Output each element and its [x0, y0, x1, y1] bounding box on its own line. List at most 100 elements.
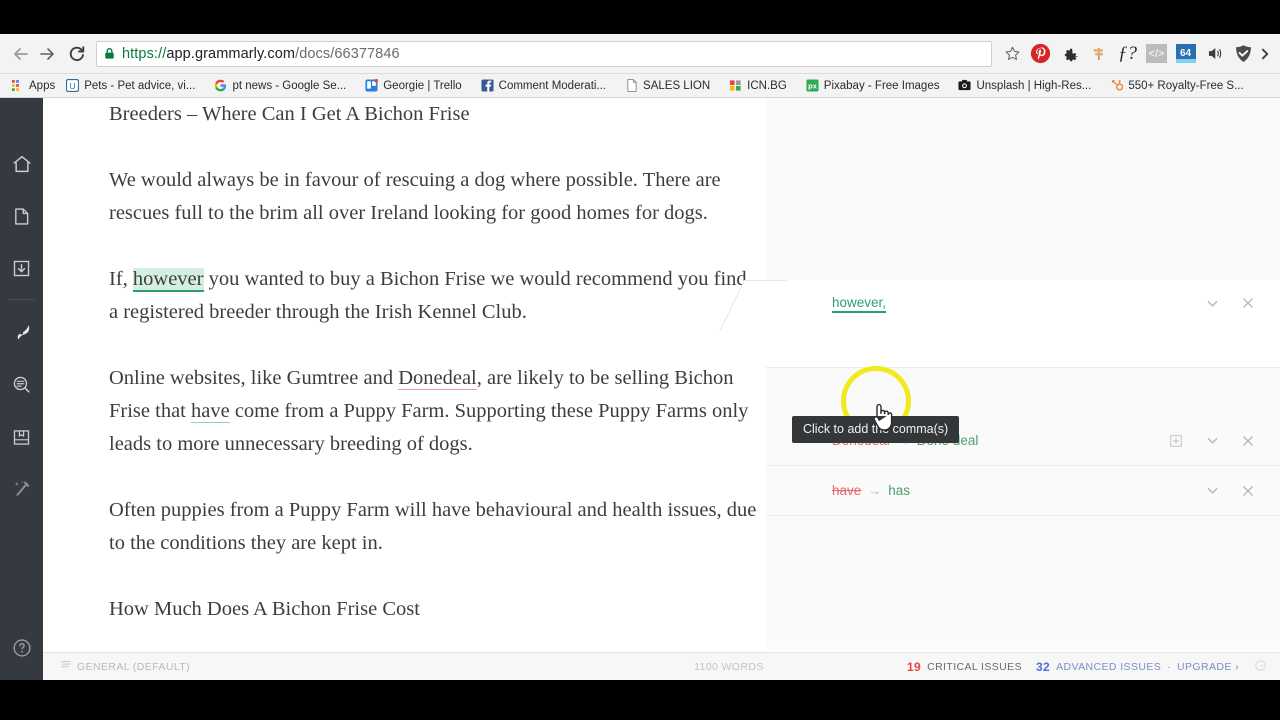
- add-to-dictionary-icon[interactable]: [1168, 433, 1184, 449]
- bookmark-pets[interactable]: U Pets - Pet advice, vi...: [62, 76, 202, 96]
- arrow-icon: →: [868, 483, 882, 498]
- card-actions: [1168, 433, 1256, 449]
- sixtyfour-icon[interactable]: 64: [1171, 40, 1200, 68]
- panel-gap: [766, 368, 1280, 416]
- letterbox-bottom: [0, 680, 1280, 720]
- bookmark-icn-bg[interactable]: ICN.BG: [725, 76, 794, 96]
- url-scheme: https://: [122, 45, 167, 62]
- panel-top-spacer: [766, 98, 1280, 280]
- bookmarks-bar: Apps U Pets - Pet advice, vi... pt news …: [0, 74, 1280, 98]
- bookmark-apps[interactable]: Apps: [7, 76, 62, 96]
- close-icon[interactable]: [1240, 295, 1256, 311]
- suggestion-card-comma[interactable]: however,: [766, 280, 1280, 368]
- sidebar-divider: [8, 299, 35, 300]
- suggestion-word: however: [832, 295, 883, 310]
- document-next-heading: How Much Does A Bichon Frise Cost: [109, 598, 420, 620]
- letterbox-top: [0, 0, 1280, 34]
- sidebar-item-new-document[interactable]: [0, 190, 43, 242]
- bookmark-label: 550+ Royalty-Free S...: [1128, 79, 1244, 92]
- advanced-label[interactable]: ADVANCED ISSUES: [1056, 661, 1161, 673]
- document-editor[interactable]: Breeders – Where Can I Get A Bichon Fris…: [43, 98, 766, 680]
- issue-summary: 19 CRITICAL ISSUES 32 ADVANCED ISSUES · …: [907, 660, 1266, 674]
- advanced-count[interactable]: 32: [1036, 660, 1050, 674]
- suggestion-comma: ,: [882, 295, 887, 310]
- bookmark-royalty-free[interactable]: 550+ Royalty-Free S...: [1106, 76, 1250, 96]
- spelling-error-donedeal[interactable]: Donedeal: [398, 367, 477, 390]
- signpost-icon[interactable]: [1084, 40, 1113, 68]
- hubspot-icon: [1110, 79, 1124, 92]
- sidebar-item-home[interactable]: [0, 138, 43, 190]
- paragraph-3: Online websites, like Gumtree and Donede…: [109, 362, 759, 461]
- original-word: have: [832, 483, 862, 498]
- extension-icons: ƒ? </> 64: [1026, 40, 1272, 68]
- grammarly-logo-icon: [1255, 659, 1266, 674]
- sidebar-item-plagiarism[interactable]: [0, 463, 43, 515]
- forward-button[interactable]: [34, 41, 60, 67]
- bookmark-sales-lion[interactable]: SALES LION: [621, 76, 717, 96]
- sidebar-item-assistant[interactable]: [0, 307, 43, 359]
- paragraph-2-pre: If,: [109, 268, 133, 290]
- bookmark-pixabay[interactable]: px Pixabay - Free Images: [802, 76, 947, 96]
- goal-label: GENERAL (DEFAULT): [77, 660, 190, 673]
- bookmark-comment-moderation[interactable]: Comment Moderati...: [477, 76, 613, 96]
- pinterest-icon[interactable]: [1026, 40, 1055, 68]
- page-icon: [625, 79, 638, 92]
- mute-tab-icon[interactable]: [1200, 40, 1229, 68]
- upgrade-link[interactable]: UPGRADE ›: [1177, 661, 1239, 673]
- bookmark-trello[interactable]: Georgie | Trello: [361, 76, 468, 96]
- suggestion-comma-text: however,: [832, 295, 887, 313]
- sidebar-item-download[interactable]: [0, 242, 43, 294]
- bookmark-unsplash[interactable]: Unsplash | High-Res...: [954, 76, 1098, 96]
- suggestion-panel: however, Donedeal→Done deal: [766, 98, 1280, 680]
- bookmark-label: SALES LION: [643, 79, 711, 92]
- document-heading: Breeders – Where Can I Get A Bichon Fris…: [109, 103, 470, 125]
- close-icon[interactable]: [1240, 433, 1256, 449]
- status-bar: GENERAL (DEFAULT) 1100 WORDS 19 CRITICAL…: [43, 652, 1280, 680]
- code-icon[interactable]: </>: [1142, 40, 1171, 68]
- back-button[interactable]: [8, 41, 34, 67]
- chevron-down-icon[interactable]: [1204, 483, 1220, 499]
- pixabay-icon: px: [806, 79, 819, 92]
- bookmark-label: Georgie | Trello: [383, 79, 462, 92]
- bookmark-label: ICN.BG: [747, 79, 787, 92]
- close-icon[interactable]: [1240, 483, 1256, 499]
- suggestion-replacement[interactable]: however,: [832, 295, 887, 313]
- mouse-cursor: [869, 401, 895, 438]
- gear-icon[interactable]: [1055, 40, 1084, 68]
- sidebar-item-review[interactable]: [0, 359, 43, 411]
- bookmark-ptnews[interactable]: pt news - Google Se...: [210, 76, 353, 96]
- grammar-error-have[interactable]: have: [191, 400, 230, 423]
- bookmark-star-icon[interactable]: [1000, 42, 1024, 66]
- suggestion-card-have[interactable]: have → has: [766, 466, 1280, 516]
- bookmark-label: Unsplash | High-Res...: [976, 79, 1092, 92]
- u-square-icon: U: [66, 79, 80, 92]
- paragraph-2-post: you wanted to buy a Bichon Frise we woul…: [109, 268, 747, 323]
- sidebar-item-handbook[interactable]: [0, 411, 43, 463]
- goal-setting[interactable]: GENERAL (DEFAULT): [61, 660, 190, 673]
- word-count: 1100 WORDS: [694, 660, 764, 673]
- menu-overflow-icon[interactable]: [1258, 40, 1272, 68]
- facebook-icon: [481, 79, 494, 92]
- separator-dot: ·: [1167, 660, 1172, 673]
- url-text: https://app.grammarly.com/docs/66377846: [122, 46, 400, 62]
- paragraph-4: Often puppies from a Puppy Farm will hav…: [109, 494, 759, 560]
- sidebar-item-help[interactable]: [0, 633, 43, 663]
- card-actions: [1204, 483, 1256, 499]
- bookmark-label: Pets - Pet advice, vi...: [84, 79, 196, 92]
- chevron-down-icon[interactable]: [1204, 433, 1220, 449]
- fonts-ninja-icon[interactable]: ƒ?: [1113, 40, 1142, 68]
- paragraph-3-a: Online websites, like Gumtree and: [109, 367, 399, 389]
- reload-button[interactable]: [64, 41, 90, 67]
- editor-and-panel: Breeders – Where Can I Get A Bichon Fris…: [43, 98, 1280, 680]
- icn-squares-icon: [729, 79, 742, 92]
- chevron-down-icon[interactable]: [1204, 295, 1220, 311]
- address-bar[interactable]: https://app.grammarly.com/docs/66377846: [96, 40, 992, 67]
- lock-icon: [103, 47, 116, 60]
- grammar-highlight-however[interactable]: however: [132, 268, 204, 292]
- critical-label: CRITICAL ISSUES: [927, 660, 1022, 673]
- shield-icon[interactable]: [1229, 40, 1258, 68]
- url-path: /docs/66377846: [295, 45, 400, 62]
- svg-text:U: U: [70, 81, 76, 91]
- replacement-word[interactable]: has: [888, 483, 910, 498]
- bookmark-label: Pixabay - Free Images: [823, 79, 940, 92]
